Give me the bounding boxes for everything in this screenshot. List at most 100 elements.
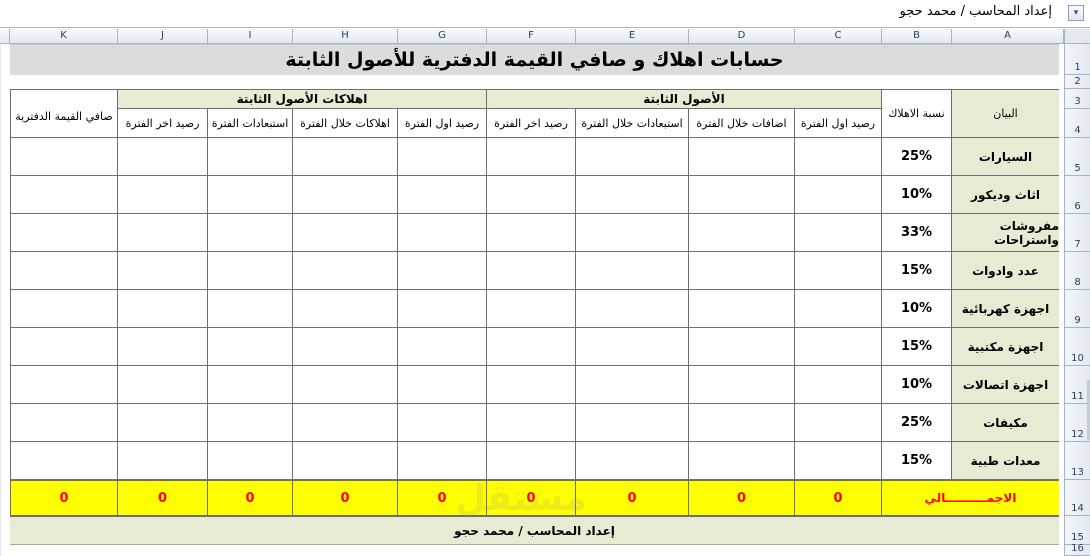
header-dep-during[interactable]: اهلاكات خلال الفترة bbox=[293, 109, 398, 138]
fa-disposals-cell[interactable] bbox=[576, 442, 689, 480]
fa-closing-cell[interactable] bbox=[487, 214, 576, 252]
net-book-value-cell[interactable] bbox=[10, 328, 118, 366]
dep-disposals-cell[interactable] bbox=[208, 328, 293, 366]
dep-disposals-cell[interactable] bbox=[208, 176, 293, 214]
formula-bar-text[interactable]: إعداد المحاسب / محمد حجو bbox=[900, 4, 1052, 19]
row-header-8[interactable]: 8 bbox=[1064, 252, 1090, 290]
fa-opening-cell[interactable] bbox=[795, 366, 882, 404]
row-header-1[interactable]: 1 bbox=[1064, 44, 1090, 75]
fa-disposals-cell[interactable] bbox=[576, 404, 689, 442]
header-fixed-assets-group[interactable]: الأصول الثابتة bbox=[487, 89, 882, 109]
asset-name-cell[interactable]: اجهزة اتصالات bbox=[952, 366, 1059, 404]
fa-disposals-cell[interactable] bbox=[576, 366, 689, 404]
dep-closing-cell[interactable] bbox=[118, 328, 208, 366]
dep-closing-cell[interactable] bbox=[118, 176, 208, 214]
fa-additions-cell[interactable] bbox=[689, 176, 795, 214]
select-all-corner[interactable] bbox=[1064, 29, 1090, 44]
fa-additions-cell[interactable] bbox=[689, 214, 795, 252]
row-header-2[interactable]: 2 bbox=[1064, 75, 1090, 89]
fa-closing-cell[interactable] bbox=[487, 138, 576, 176]
column-header-j[interactable]: J bbox=[118, 29, 208, 44]
row-header-16[interactable]: 16 bbox=[1064, 543, 1090, 556]
dep-closing-cell[interactable] bbox=[118, 138, 208, 176]
asset-name-cell[interactable]: معدات طبية bbox=[952, 442, 1059, 480]
dep-disposals-cell[interactable] bbox=[208, 366, 293, 404]
column-header-c[interactable]: C bbox=[795, 29, 882, 44]
column-header-e[interactable]: E bbox=[576, 29, 689, 44]
dep-during-cell[interactable] bbox=[293, 328, 398, 366]
fa-disposals-cell[interactable] bbox=[576, 252, 689, 290]
dep-opening-cell[interactable] bbox=[398, 138, 487, 176]
column-header-g[interactable]: G bbox=[398, 29, 487, 44]
fa-additions-cell[interactable] bbox=[689, 252, 795, 290]
fa-opening-cell[interactable] bbox=[795, 138, 882, 176]
net-book-value-cell[interactable] bbox=[10, 214, 118, 252]
row-header-3[interactable]: 3 bbox=[1064, 89, 1090, 109]
column-header-d[interactable]: D bbox=[689, 29, 795, 44]
fa-additions-cell[interactable] bbox=[689, 404, 795, 442]
fa-disposals-cell[interactable] bbox=[576, 176, 689, 214]
column-header-f[interactable]: F bbox=[487, 29, 576, 44]
column-header-i[interactable]: I bbox=[208, 29, 293, 44]
header-depreciation-rate[interactable]: نسبة الاهلاك bbox=[882, 89, 952, 138]
header-fa-additions[interactable]: اضافات خلال الفترة bbox=[689, 109, 795, 138]
fa-additions-cell[interactable] bbox=[689, 138, 795, 176]
fa-disposals-cell[interactable] bbox=[576, 290, 689, 328]
fa-opening-cell[interactable] bbox=[795, 442, 882, 480]
asset-name-cell[interactable]: اثاث وديكور bbox=[952, 176, 1059, 214]
header-fa-disposals[interactable]: استبعادات خلال الفترة bbox=[576, 109, 689, 138]
fa-opening-cell[interactable] bbox=[795, 290, 882, 328]
dep-disposals-cell[interactable] bbox=[208, 138, 293, 176]
dep-disposals-cell[interactable] bbox=[208, 442, 293, 480]
asset-name-cell[interactable]: اجهزة مكتبية bbox=[952, 328, 1059, 366]
depreciation-rate-cell[interactable]: 10% bbox=[882, 366, 952, 404]
fa-opening-cell[interactable] bbox=[795, 252, 882, 290]
column-header-a[interactable]: A bbox=[952, 29, 1064, 44]
totals-label[interactable]: الاجمــــــــــالي bbox=[882, 480, 1059, 516]
dep-disposals-cell[interactable] bbox=[208, 290, 293, 328]
total-fa-additions[interactable]: 0 bbox=[689, 480, 795, 516]
net-book-value-cell[interactable] bbox=[10, 442, 118, 480]
row-header-13[interactable]: 13 bbox=[1064, 442, 1090, 480]
column-header-h[interactable]: H bbox=[293, 29, 398, 44]
dep-during-cell[interactable] bbox=[293, 252, 398, 290]
footer-prepared-by[interactable]: إعداد المحاسب / محمد حجو bbox=[10, 516, 1059, 545]
dep-disposals-cell[interactable] bbox=[208, 252, 293, 290]
row-header-4[interactable]: 4 bbox=[1064, 109, 1090, 138]
fa-closing-cell[interactable] bbox=[487, 442, 576, 480]
fa-opening-cell[interactable] bbox=[795, 176, 882, 214]
fa-additions-cell[interactable] bbox=[689, 366, 795, 404]
fa-disposals-cell[interactable] bbox=[576, 328, 689, 366]
net-book-value-cell[interactable] bbox=[10, 404, 118, 442]
header-fa-closing[interactable]: رصيد اخر الفترة bbox=[487, 109, 576, 138]
row-header-14[interactable]: 14 bbox=[1064, 480, 1090, 516]
dep-closing-cell[interactable] bbox=[118, 366, 208, 404]
dep-closing-cell[interactable] bbox=[118, 214, 208, 252]
fa-closing-cell[interactable] bbox=[487, 404, 576, 442]
row-header-15[interactable]: 15 bbox=[1064, 516, 1090, 545]
depreciation-rate-cell[interactable]: 10% bbox=[882, 176, 952, 214]
total-dep-disposals[interactable]: 0 bbox=[208, 480, 293, 516]
row-header-5[interactable]: 5 bbox=[1064, 138, 1090, 176]
total-fa-disposals[interactable]: 0 bbox=[576, 480, 689, 516]
total-dep-opening[interactable]: 0 bbox=[398, 480, 487, 516]
depreciation-rate-cell[interactable]: 15% bbox=[882, 328, 952, 366]
net-book-value-cell[interactable] bbox=[10, 138, 118, 176]
depreciation-rate-cell[interactable]: 15% bbox=[882, 442, 952, 480]
fa-additions-cell[interactable] bbox=[689, 290, 795, 328]
depreciation-rate-cell[interactable]: 25% bbox=[882, 404, 952, 442]
asset-name-cell[interactable]: مفروشات واستراحات bbox=[952, 214, 1059, 252]
depreciation-rate-cell[interactable]: 15% bbox=[882, 252, 952, 290]
depreciation-rate-cell[interactable]: 10% bbox=[882, 290, 952, 328]
dep-during-cell[interactable] bbox=[293, 290, 398, 328]
dep-closing-cell[interactable] bbox=[118, 404, 208, 442]
fa-closing-cell[interactable] bbox=[487, 252, 576, 290]
fa-additions-cell[interactable] bbox=[689, 328, 795, 366]
header-dep-opening[interactable]: رصيد اول الفترة bbox=[398, 109, 487, 138]
total-fa-opening[interactable]: 0 bbox=[795, 480, 882, 516]
row-header-6[interactable]: 6 bbox=[1064, 176, 1090, 214]
fa-closing-cell[interactable] bbox=[487, 366, 576, 404]
asset-name-cell[interactable]: عدد وادوات bbox=[952, 252, 1059, 290]
header-fa-opening[interactable]: رصيد اول الفترة bbox=[795, 109, 882, 138]
dep-opening-cell[interactable] bbox=[398, 404, 487, 442]
